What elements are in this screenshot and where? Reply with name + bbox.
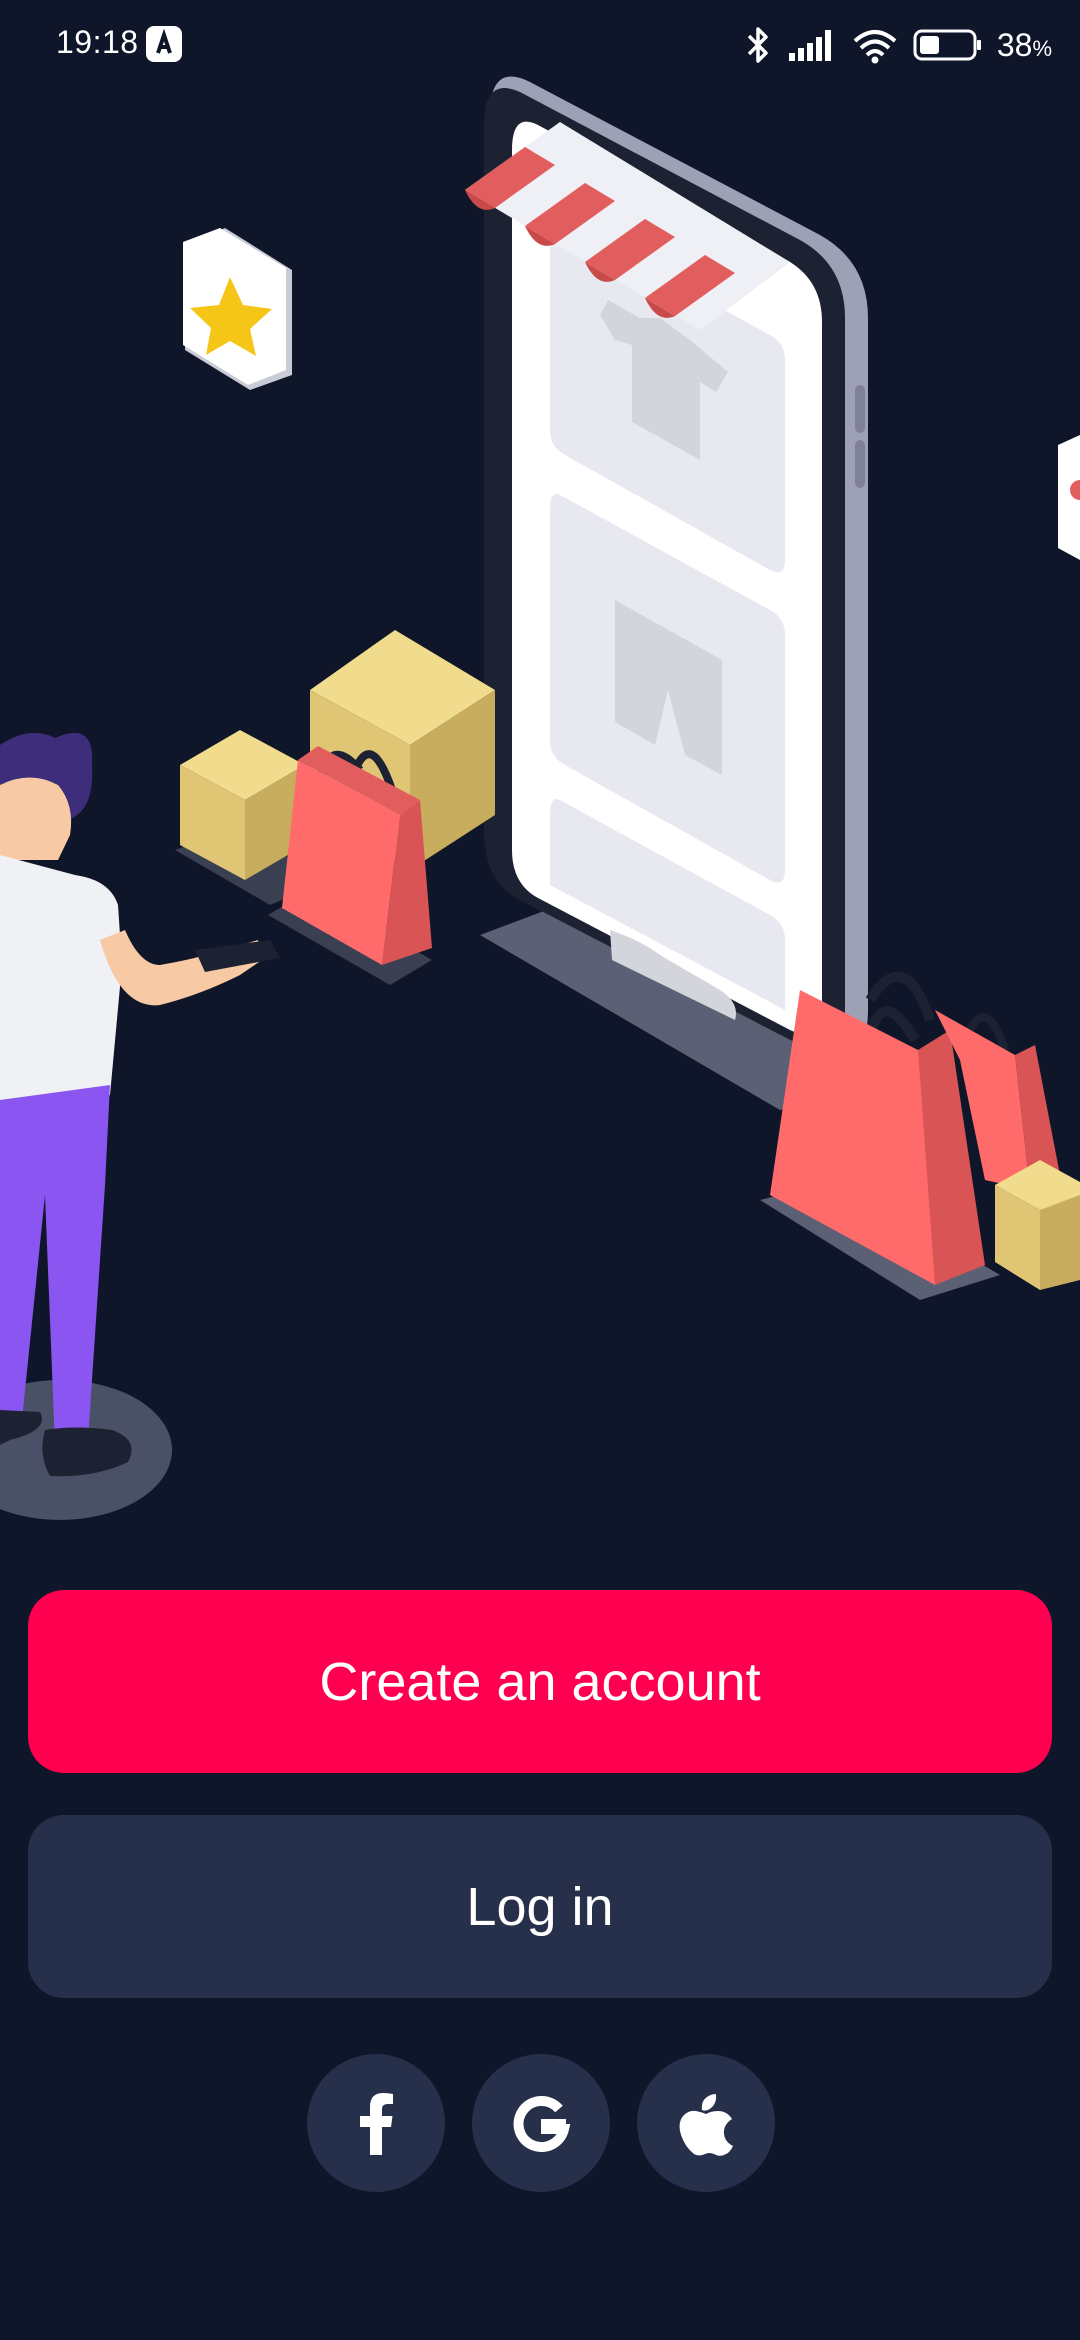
google-icon xyxy=(513,2096,571,2152)
social-login-row xyxy=(0,2054,1080,2192)
login-label: Log in xyxy=(466,1876,614,1937)
google-login-button[interactable] xyxy=(472,2054,610,2192)
wifi-icon xyxy=(853,30,897,64)
apple-icon xyxy=(679,2094,733,2156)
hero-illustration xyxy=(0,76,1080,1520)
create-account-button[interactable]: Create an account xyxy=(28,1590,1052,1773)
apple-login-button[interactable] xyxy=(637,2054,775,2192)
app-notification-icon xyxy=(146,26,182,62)
battery-icon xyxy=(913,29,981,61)
battery-percent: 38% xyxy=(996,26,1052,63)
status-time: 19:18 xyxy=(56,24,139,60)
facebook-icon xyxy=(360,2093,393,2155)
create-account-label: Create an account xyxy=(319,1651,761,1712)
star-tile-illustration xyxy=(183,228,292,390)
login-button[interactable]: Log in xyxy=(28,1815,1052,1998)
facebook-login-button[interactable] xyxy=(307,2054,445,2192)
signal-icon xyxy=(788,30,831,61)
bluetooth-icon xyxy=(747,27,768,63)
